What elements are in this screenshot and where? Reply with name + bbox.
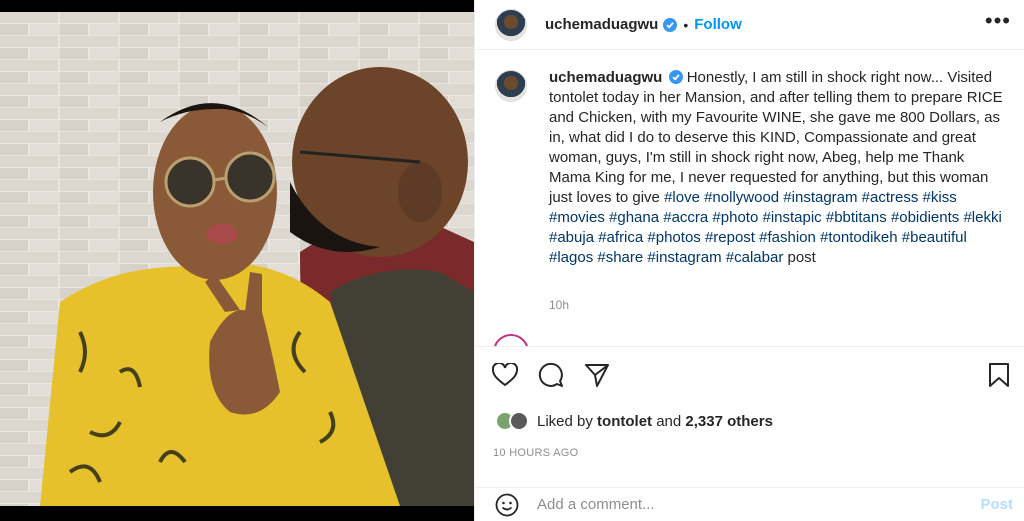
- heart-icon[interactable]: [491, 361, 519, 389]
- post-photo[interactable]: [0, 0, 474, 521]
- follow-button[interactable]: Follow: [694, 16, 742, 33]
- caption-time: 10h: [549, 298, 570, 312]
- caption-username[interactable]: uchemaduagwu: [549, 69, 662, 86]
- avatar[interactable]: [495, 8, 527, 41]
- post-header: uchemaduagwu • Follow •••: [475, 0, 1024, 50]
- emoji-icon[interactable]: [493, 491, 521, 519]
- caption-avatar[interactable]: [495, 70, 527, 102]
- likes-user[interactable]: tontolet: [597, 413, 652, 430]
- comment-bar: Post: [475, 487, 1024, 521]
- liker-avatars[interactable]: [495, 411, 529, 431]
- comment-icon[interactable]: [537, 361, 565, 389]
- caption: uchemaduagwu Honestly, I am still in sho…: [475, 62, 1024, 346]
- comment-input[interactable]: [537, 496, 957, 513]
- liker-avatar[interactable]: [509, 411, 529, 431]
- header-username[interactable]: uchemaduagwu: [545, 16, 658, 33]
- share-icon[interactable]: [583, 361, 611, 389]
- actions-section: Liked by tontolet and 2,337 others 10 HO…: [475, 346, 1024, 520]
- header-separator: •: [683, 16, 689, 33]
- caption-text: uchemaduagwu Honestly, I am still in sho…: [549, 68, 1009, 268]
- bookmark-icon[interactable]: [985, 361, 1013, 389]
- post-panel: uchemaduagwu • Follow ••• uchemaduagwu H…: [474, 0, 1024, 521]
- likes-prefix: Liked by: [537, 412, 593, 430]
- post-comment-button[interactable]: Post: [980, 496, 1013, 513]
- action-icons: [491, 361, 611, 389]
- caption-suffix: post: [787, 249, 816, 266]
- verified-icon: [663, 17, 678, 32]
- likes-and: and: [656, 412, 682, 430]
- caption-body: Honestly, I am still in shock right now.…: [549, 69, 1003, 206]
- story-ring: [493, 334, 529, 346]
- post-timestamp[interactable]: 10 HOURS AGO: [493, 447, 579, 459]
- likes-summary: Liked by tontolet and 2,337 others: [495, 411, 773, 431]
- verified-icon: [668, 70, 683, 84]
- more-icon[interactable]: •••: [985, 8, 1011, 34]
- likes-count[interactable]: 2,337 others: [685, 413, 773, 430]
- post-image: [0, 12, 474, 506]
